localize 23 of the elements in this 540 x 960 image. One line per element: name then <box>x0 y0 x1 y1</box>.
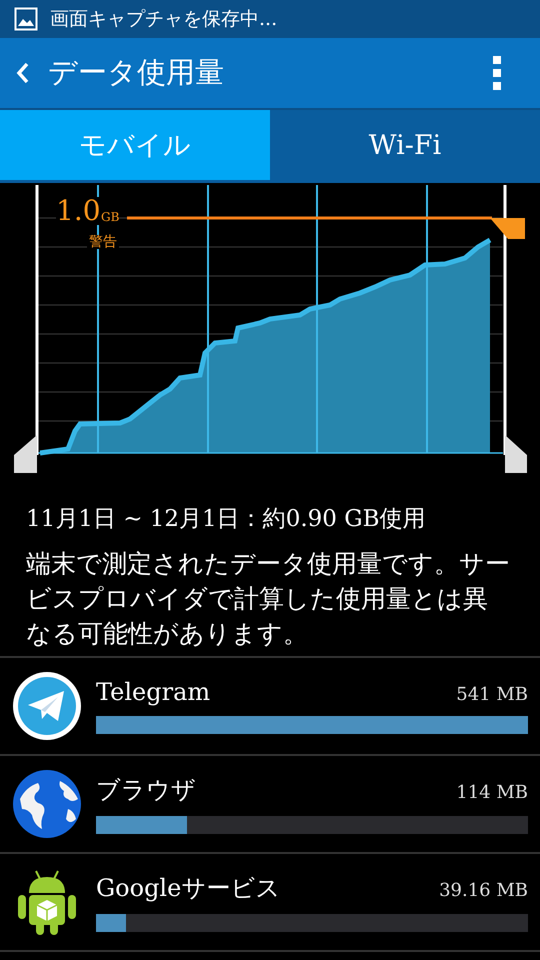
tab[interactable]: モバイル <box>0 110 270 180</box>
globe-icon <box>12 769 82 839</box>
end-handle[interactable] <box>504 185 527 473</box>
app-name: Telegram <box>96 678 210 706</box>
warning-unit: GB <box>101 211 120 223</box>
screen-title: データ使用量 <box>48 54 224 91</box>
usage-summary: 11月1日 ~ 12月1日：約0.90 GB使用 <box>25 505 426 534</box>
usage-amount: 541 MB <box>456 684 528 705</box>
usage-amount: 114 MB <box>456 782 528 803</box>
paper-plane-icon <box>12 671 82 741</box>
warning-limit-handle[interactable] <box>127 216 525 239</box>
start-handle[interactable] <box>14 185 38 473</box>
back-icon <box>16 61 30 85</box>
menu-icon <box>492 56 502 90</box>
image-icon <box>14 7 38 31</box>
warning-value: 1.0 <box>56 197 103 225</box>
warning-label: 警告 <box>87 235 119 249</box>
usage-amount: 39.16 MB <box>439 880 528 901</box>
usage-note: 端末で測定されたデータ使用量です。サービスプロバイダで計算した使用量とは異なる可能性があります。 <box>0 534 540 658</box>
app-name: ブラウザ <box>96 775 196 806</box>
tab[interactable]: Wi-Fi <box>270 110 540 180</box>
app-name: Googleサービス <box>96 873 280 904</box>
notification-text: 画面キャプチャを保存中... <box>50 7 278 32</box>
